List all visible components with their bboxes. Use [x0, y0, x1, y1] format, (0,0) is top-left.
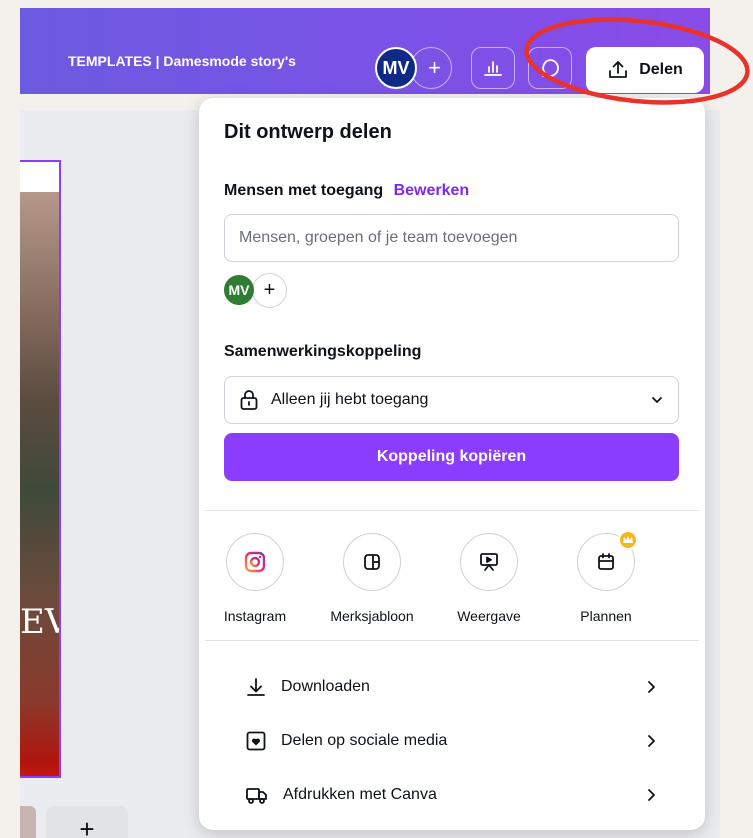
brand-template-icon [364, 554, 380, 570]
share-option-label: Plannen [580, 608, 632, 624]
plus-icon: + [263, 279, 276, 301]
avatar-initials: MV [382, 57, 410, 78]
share-option-label: Weergave [457, 608, 521, 624]
share-option-present[interactable]: Weergave [444, 533, 534, 624]
divider [205, 510, 699, 511]
share-option-circle[interactable] [460, 533, 518, 591]
design-text: EV [20, 602, 59, 642]
editor-header: TEMPLATES | Damesmode story's + MV Delen [20, 8, 710, 94]
add-page-button[interactable]: + [46, 806, 128, 838]
lock-icon [240, 390, 258, 410]
share-panel: Dit ontwerp delen Mensen met toegang Bew… [199, 98, 705, 830]
calendar-icon [598, 553, 614, 570]
design-page-preview[interactable]: EV [20, 160, 61, 778]
chevron-right-icon [645, 680, 657, 694]
page-thumbnail[interactable] [20, 806, 36, 838]
add-member-button[interactable]: + [252, 273, 287, 308]
instagram-icon [244, 551, 266, 573]
document-title[interactable]: TEMPLATES | Damesmode story's [68, 53, 296, 69]
divider [205, 640, 699, 641]
action-label: Downloaden [281, 678, 370, 695]
access-label: Mensen met toegang [224, 182, 384, 199]
social-heart-icon [246, 731, 266, 751]
share-option-brand-template[interactable]: Merksjabloon [327, 533, 417, 624]
member-avatar[interactable]: MV [224, 275, 254, 305]
upload-icon [609, 61, 628, 78]
print-truck-icon [246, 788, 267, 804]
user-avatar[interactable]: MV [375, 47, 417, 89]
share-option-schedule[interactable]: Plannen [561, 530, 651, 624]
action-print[interactable]: Afdrukken met Canva [245, 782, 657, 808]
share-option-label: Instagram [223, 608, 287, 624]
panel-title: Dit ontwerp delen [224, 121, 392, 143]
people-access-row: Mensen met toegang Bewerken [224, 182, 469, 200]
copy-link-button[interactable]: Koppeling kopiëren [224, 433, 679, 481]
action-download[interactable]: Downloaden [245, 674, 657, 700]
plus-icon: + [79, 814, 95, 838]
plus-icon: + [428, 55, 441, 80]
access-level-dropdown[interactable]: Alleen jij hebt toegang [224, 376, 679, 424]
download-icon [247, 678, 265, 696]
chevron-right-icon [645, 788, 657, 802]
chevron-down-icon [650, 393, 664, 407]
share-option-circle[interactable] [226, 533, 284, 591]
action-share-social[interactable]: Delen op sociale media [245, 728, 657, 754]
edit-access-link[interactable]: Bewerken [394, 182, 470, 199]
member-avatar-initials: MV [228, 282, 250, 298]
collab-link-label: Samenwerkingskoppeling [224, 343, 422, 360]
action-label: Afdrukken met Canva [283, 786, 437, 803]
share-button[interactable]: Delen [586, 47, 704, 93]
share-option-label: Merksjabloon [330, 608, 414, 624]
insights-button[interactable] [471, 47, 515, 89]
copy-link-label: Koppeling kopiëren [376, 448, 527, 465]
chevron-right-icon [645, 734, 657, 748]
share-option-circle[interactable] [577, 530, 638, 591]
share-button-label: Delen [639, 61, 683, 78]
presentation-icon [480, 553, 498, 571]
comment-icon [542, 59, 559, 77]
bar-chart-icon [484, 61, 502, 76]
share-option-instagram[interactable]: Instagram [210, 533, 300, 624]
people-search-input[interactable] [224, 214, 679, 262]
crown-icon [618, 530, 638, 550]
comment-button[interactable] [528, 47, 572, 89]
action-label: Delen op sociale media [281, 732, 448, 749]
share-option-circle[interactable] [343, 533, 401, 591]
access-level-value: Alleen jij hebt toegang [271, 391, 429, 408]
